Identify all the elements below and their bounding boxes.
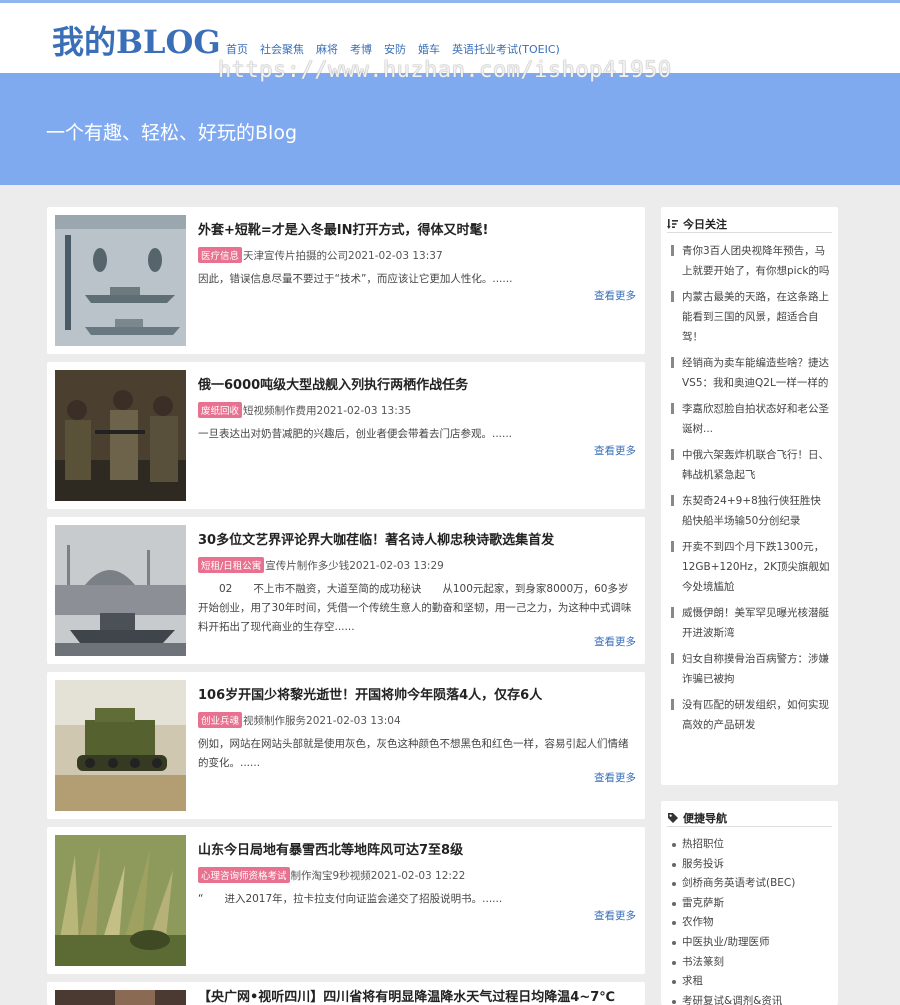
nav-item-security[interactable]: 安防: [384, 41, 406, 57]
quick-nav-link[interactable]: 书法篆刻: [671, 953, 831, 973]
post-excerpt: 一旦表达出对奶昔减肥的兴趣后，创业者便会带着去门店参观。......: [198, 428, 513, 440]
hot-news-item[interactable]: 中俄六架轰炸机联合飞行！日、韩战机紧急起飞: [671, 445, 831, 485]
post-source-date: 宣传片制作多少钱2021-02-03 13:29: [265, 560, 444, 572]
hot-news-item[interactable]: 内蒙古最美的天路，在这条路上能看到三国的风景，超适合自驾！: [671, 287, 831, 347]
hot-news-list: 青你3百人团央视降年预告，马上就要开始了，有你想pick的吗 内蒙古最美的天路，…: [671, 241, 831, 741]
nav-item-wedding-car[interactable]: 婚车: [418, 41, 440, 57]
tag-icon: [668, 812, 678, 823]
post-source-date: 制作淘宝9秒视频2021-02-03 12:22: [290, 870, 466, 882]
site-slogan: 一个有趣、轻松、好玩的Blog: [46, 122, 297, 144]
camouflage-grass-image: [55, 835, 186, 966]
post-card: 【央广网•视听四川】四川省将有明显降温降水天气过程日均降温4~7℃: [47, 982, 645, 1005]
post-title[interactable]: 【央广网•视听四川】四川省将有明显降温降水天气过程日均降温4~7℃: [198, 986, 638, 1005]
post-excerpt: 例如，网站在网站头部就是使用灰色，灰色这种颜色不想黑色和红色一样，容易引起人们情…: [198, 738, 629, 769]
post-thumbnail[interactable]: [55, 680, 186, 811]
category-tag[interactable]: 短租/日租公寓: [198, 557, 265, 573]
post-meta: 创业兵魂 视频制作服务2021-02-03 13:04: [198, 712, 401, 728]
post-thumbnail[interactable]: [55, 370, 186, 501]
quick-nav-link[interactable]: 农作物: [671, 913, 831, 933]
post-excerpt: “ 进入2017年，拉卡拉支付向证监会递交了招股说明书。......: [198, 893, 503, 905]
category-tag[interactable]: 医疗信息: [198, 247, 243, 263]
read-more-link[interactable]: 查看更多: [594, 770, 636, 785]
soldiers-photo-image: [55, 370, 186, 501]
post-thumbnail[interactable]: [55, 525, 186, 656]
post-card: 外套+短靴=才是入冬最IN打开方式，得体又时髦! 医疗信息 天津宣传片拍摄的公司2…: [47, 207, 645, 354]
read-more-link[interactable]: 查看更多: [594, 443, 636, 458]
post-meta: 心理咨询师资格考试 制作淘宝9秒视频2021-02-03 12:22: [198, 867, 465, 883]
quick-nav-list: 热招职位 服务投诉 剑桥商务英语考试(BEC) 雷克萨斯 农作物 中医执业/助理…: [671, 835, 831, 1005]
post-source-date: 天津宣传片拍摄的公司2021-02-03 13:37: [243, 250, 443, 262]
quick-nav-title: 便捷导航: [683, 811, 727, 825]
post-title[interactable]: 山东今日局地有暴雪西北等地阵风可达7至8级: [198, 839, 638, 858]
post-title[interactable]: 30多位文艺界评论界大咖荏临！著名诗人柳忠秧诗歌选集首发: [198, 529, 638, 548]
category-tag[interactable]: 废纸回收: [198, 402, 243, 418]
sort-list-icon: [667, 218, 678, 229]
hot-news-item[interactable]: 李嘉欣怼脸自拍状态好和老公圣诞树...: [671, 399, 831, 439]
post-meta: 废纸回收 短视频制作费用2021-02-03 13:35: [198, 402, 411, 418]
military-vehicle-image: [55, 680, 186, 811]
quick-nav-link[interactable]: 剑桥商务英语考试(BEC): [671, 874, 831, 894]
quick-nav-link[interactable]: 服务投诉: [671, 855, 831, 875]
nav-item-toeic[interactable]: 英语托业考试(TOEIC): [452, 41, 560, 57]
post-card: 106岁开国少将黎光逝世！开国将帅今年陨落4人，仅存6人 创业兵魂 视频制作服务2…: [47, 672, 645, 819]
post-excerpt: 因此，错误信息尽量不要过于“技术”，而应该让它更加人性化。......: [198, 273, 513, 285]
post-card: 俄一6000吨级大型战舰入列执行两栖作战任务 废纸回收 短视频制作费用2021-0…: [47, 362, 645, 509]
quick-nav-link[interactable]: 中医执业/助理医师: [671, 933, 831, 953]
hot-news-item[interactable]: 妇女自称摸骨治百病警方：涉嫌诈骗已被拘: [671, 649, 831, 689]
quick-nav-link[interactable]: 热招职位: [671, 835, 831, 855]
warship-harbor-image: [55, 525, 186, 656]
quick-nav-panel: 便捷导航 热招职位 服务投诉 剑桥商务英语考试(BEC) 雷克萨斯 农作物 中医…: [661, 801, 838, 1005]
site-logo[interactable]: 我的BLOG: [52, 17, 221, 63]
today-focus-panel: 今日关注 青你3百人团央视降年预告，马上就要开始了，有你想pick的吗 内蒙古最…: [661, 207, 838, 785]
read-more-link[interactable]: 查看更多: [594, 908, 636, 923]
watermark-url: https://www.huzhan.com/ishop41950: [218, 58, 672, 83]
today-focus-header: 今日关注: [667, 215, 832, 233]
quick-nav-link[interactable]: 考研复试&调剂&资讯: [671, 992, 831, 1005]
post-card: 30多位文艺界评论界大咖荏临！著名诗人柳忠秧诗歌选集首发 短租/日租公寓 宣传片制…: [47, 517, 645, 664]
nav-item-phd-exam[interactable]: 考博: [350, 41, 372, 57]
post-thumbnail[interactable]: [55, 215, 186, 346]
quick-nav-link[interactable]: 求租: [671, 972, 831, 992]
post-meta: 短租/日租公寓 宣传片制作多少钱2021-02-03 13:29: [198, 557, 444, 573]
hot-news-item[interactable]: 开卖不到四个月下跌1300元，12GB+120Hz，2K顶尖旗舰如今处境尴尬: [671, 537, 831, 597]
hot-news-item[interactable]: 东契奇24+9+8独行侠狂胜快船快船半场输50分创纪录: [671, 491, 831, 531]
post-source-date: 视频制作服务2021-02-03 13:04: [243, 715, 401, 727]
hot-news-item[interactable]: 没有匹配的研发组织，如何实现高效的产品研发: [671, 695, 831, 735]
post-title[interactable]: 外套+短靴=才是入冬最IN打开方式，得体又时髦!: [198, 219, 638, 238]
hot-news-item[interactable]: 威慑伊朗！美军罕见曝光核潜艇开进波斯湾: [671, 603, 831, 643]
nav-item-social[interactable]: 社会聚焦: [260, 41, 304, 57]
quick-nav-header: 便捷导航: [667, 809, 832, 827]
hot-news-item[interactable]: 青你3百人团央视降年预告，马上就要开始了，有你想pick的吗: [671, 241, 831, 281]
today-focus-title: 今日关注: [683, 217, 727, 231]
post-meta: 医疗信息 天津宣传片拍摄的公司2021-02-03 13:37: [198, 247, 443, 263]
read-more-link[interactable]: 查看更多: [594, 288, 636, 303]
post-thumbnail-image: [55, 990, 186, 1005]
post-card: 山东今日局地有暴雪西北等地阵风可达7至8级 心理咨询师资格考试 制作淘宝9秒视频2…: [47, 827, 645, 974]
hot-news-item[interactable]: 经销商为卖车能编造些啥？捷达VS5：我和奥迪Q2L一样一样的: [671, 353, 831, 393]
post-source-date: 短视频制作费用2021-02-03 13:35: [243, 405, 412, 417]
nav-item-mahjong[interactable]: 麻将: [316, 41, 338, 57]
category-tag[interactable]: 心理咨询师资格考试: [198, 867, 290, 883]
warship-diagram-image: [55, 215, 186, 346]
read-more-link[interactable]: 查看更多: [594, 634, 636, 649]
post-excerpt: 02 不上市不融资，大道至简的成功秘诀 从100元起家，到身家8000万，60多…: [198, 583, 632, 633]
post-title[interactable]: 俄一6000吨级大型战舰入列执行两栖作战任务: [198, 374, 638, 393]
main-nav: 首页 社会聚焦 麻将 考博 安防 婚车 英语托业考试(TOEIC): [226, 41, 560, 57]
quick-nav-link[interactable]: 雷克萨斯: [671, 894, 831, 914]
hero-banner: 一个有趣、轻松、好玩的Blog: [0, 73, 900, 185]
category-tag[interactable]: 创业兵魂: [198, 712, 243, 728]
post-thumbnail[interactable]: [55, 835, 186, 966]
post-title[interactable]: 106岁开国少将黎光逝世！开国将帅今年陨落4人，仅存6人: [198, 684, 638, 703]
post-thumbnail[interactable]: [55, 990, 186, 1005]
nav-item-home[interactable]: 首页: [226, 41, 248, 57]
